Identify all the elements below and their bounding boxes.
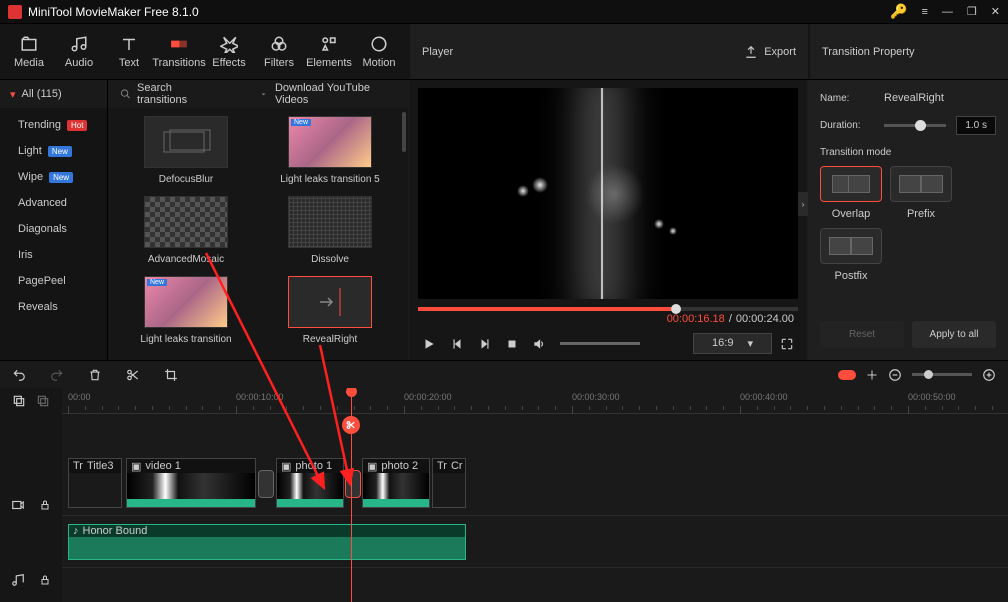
mode-prefix[interactable]: Prefix <box>890 166 952 220</box>
category-trending[interactable]: TrendingHot <box>0 112 107 138</box>
search-transitions[interactable]: Search transitions <box>120 82 218 106</box>
clip-audio[interactable]: ♪Honor Bound <box>68 524 466 560</box>
category-reveals[interactable]: Reveals <box>0 294 107 320</box>
reset-button[interactable]: Reset <box>820 321 904 348</box>
apply-all-button[interactable]: Apply to all <box>912 321 996 348</box>
lock-icon[interactable] <box>39 499 51 511</box>
category-advanced[interactable]: Advanced <box>0 190 107 216</box>
fullscreen-icon[interactable] <box>780 337 794 351</box>
split-icon[interactable] <box>126 368 140 382</box>
tab-audio[interactable]: Audio <box>54 24 104 79</box>
time-current: 00:00:16.18 <box>667 313 725 325</box>
tab-filters[interactable]: Filters <box>254 24 304 79</box>
mode-postfix[interactable]: Postfix <box>820 228 882 282</box>
tab-motion[interactable]: Motion <box>354 24 404 79</box>
redo-icon[interactable] <box>50 368 64 382</box>
prev-icon[interactable] <box>450 337 464 351</box>
maximize-icon[interactable]: ❐ <box>967 5 977 18</box>
category-light[interactable]: LightNew <box>0 138 107 164</box>
thumb-light-leaks-transition[interactable]: New <box>144 276 228 328</box>
download-youtube[interactable]: Download YouTube Videos <box>258 82 396 106</box>
clip-photo1[interactable]: ▣photo 1 <box>276 458 344 508</box>
player-header: Player Export <box>410 24 808 79</box>
video-track-icon[interactable] <box>11 498 25 512</box>
property-header: Transition Property <box>810 24 1008 79</box>
titlebar: MiniTool MovieMaker Free 8.1.0 🔑 ≡ — ❐ ✕ <box>0 0 1008 24</box>
category-pagepeel[interactable]: PagePeel <box>0 268 107 294</box>
property-panel: › Name: RevealRight Duration: 1.0 s Tran… <box>808 80 1008 360</box>
export-button[interactable]: Export <box>744 45 796 59</box>
player-panel: 00:00:16.18 / 00:00:24.00 16:9▾ <box>410 80 806 360</box>
layers2-icon[interactable] <box>36 394 50 408</box>
category-iris[interactable]: Iris <box>0 242 107 268</box>
app-title: MiniTool MovieMaker Free 8.1.0 <box>28 5 890 19</box>
thumb-light-leaks-transition-5[interactable]: New <box>288 116 372 168</box>
volume-icon[interactable] <box>532 337 546 351</box>
tab-media[interactable]: Media <box>4 24 54 79</box>
lock-icon[interactable] <box>39 574 51 586</box>
delete-icon[interactable] <box>88 368 102 382</box>
category-wipe[interactable]: WipeNew <box>0 164 107 190</box>
zoom-out-icon[interactable] <box>888 368 902 382</box>
transition-browser: ▾ All (115) TrendingHotLightNewWipeNewAd… <box>0 80 408 360</box>
timeline-toolbar <box>0 360 1008 388</box>
video-track[interactable]: TrTitle3 ▣video 1 ▣photo 1 ▣photo 2 <box>62 452 1008 516</box>
playhead[interactable] <box>351 388 352 602</box>
audio-track-icon[interactable] <box>11 573 25 587</box>
tab-elements[interactable]: Elements <box>304 24 354 79</box>
collapse-panel-icon[interactable]: › <box>798 192 808 216</box>
chevron-down-icon: ▾ <box>10 88 16 101</box>
thumb-revealright[interactable] <box>288 276 372 328</box>
duration-value[interactable]: 1.0 s <box>956 116 996 135</box>
play-icon[interactable] <box>422 337 436 351</box>
mode-overlap[interactable]: Overlap <box>820 166 882 220</box>
zoom-slider[interactable] <box>912 373 972 376</box>
zoom-in-icon[interactable] <box>982 368 996 382</box>
tab-effects[interactable]: Effects <box>204 24 254 79</box>
aspect-ratio-select[interactable]: 16:9▾ <box>693 333 772 354</box>
scrollbar[interactable] <box>402 112 406 152</box>
prop-name: RevealRight <box>884 92 944 104</box>
stop-icon[interactable] <box>506 338 518 350</box>
clip-photo2[interactable]: ▣photo 2 <box>362 458 430 508</box>
category-all[interactable]: ▾ All (115) <box>0 80 107 108</box>
timeline: 00:0000:00:10:0000:00:20:0000:00:30:0000… <box>0 388 1008 602</box>
transition-marker-2[interactable] <box>345 470 361 498</box>
time-ruler[interactable]: 00:0000:00:10:0000:00:20:0000:00:30:0000… <box>62 388 1008 414</box>
scissor-icon[interactable] <box>342 416 360 434</box>
duration-slider[interactable] <box>884 124 946 127</box>
thumb-dissolve[interactable] <box>288 196 372 248</box>
thumb-advancedmosaic[interactable] <box>144 196 228 248</box>
category-diagonals[interactable]: Diagonals <box>0 216 107 242</box>
minimize-icon[interactable]: — <box>942 6 953 18</box>
clip-video1[interactable]: ▣video 1 <box>126 458 256 508</box>
undo-icon[interactable] <box>12 368 26 382</box>
preview-canvas[interactable] <box>418 88 798 299</box>
volume-slider[interactable] <box>560 342 640 345</box>
audio-track[interactable]: ♪Honor Bound <box>62 516 1008 568</box>
crop-icon[interactable] <box>164 368 178 382</box>
upgrade-key-icon[interactable]: 🔑 <box>890 3 907 20</box>
thumb-defocusblur[interactable] <box>144 116 228 168</box>
clip-title[interactable]: TrTitle3 <box>68 458 122 508</box>
zoom-marker-icon[interactable] <box>838 370 856 380</box>
menu-icon[interactable]: ≡ <box>921 6 927 18</box>
layers-icon[interactable] <box>12 394 26 408</box>
clip-credits[interactable]: TrCr <box>432 458 466 508</box>
tab-transitions[interactable]: Transitions <box>154 24 204 79</box>
tab-text[interactable]: Text <box>104 24 154 79</box>
progress-bar[interactable] <box>418 307 798 311</box>
next-icon[interactable] <box>478 337 492 351</box>
close-icon[interactable]: ✕ <box>991 5 1000 18</box>
time-total: 00:00:24.00 <box>736 313 794 325</box>
app-logo <box>8 5 22 19</box>
main-toolbar: Media Audio Text Transitions Effects Fil… <box>0 24 1008 80</box>
fit-icon[interactable] <box>866 369 878 381</box>
transition-marker-1[interactable] <box>258 470 274 498</box>
